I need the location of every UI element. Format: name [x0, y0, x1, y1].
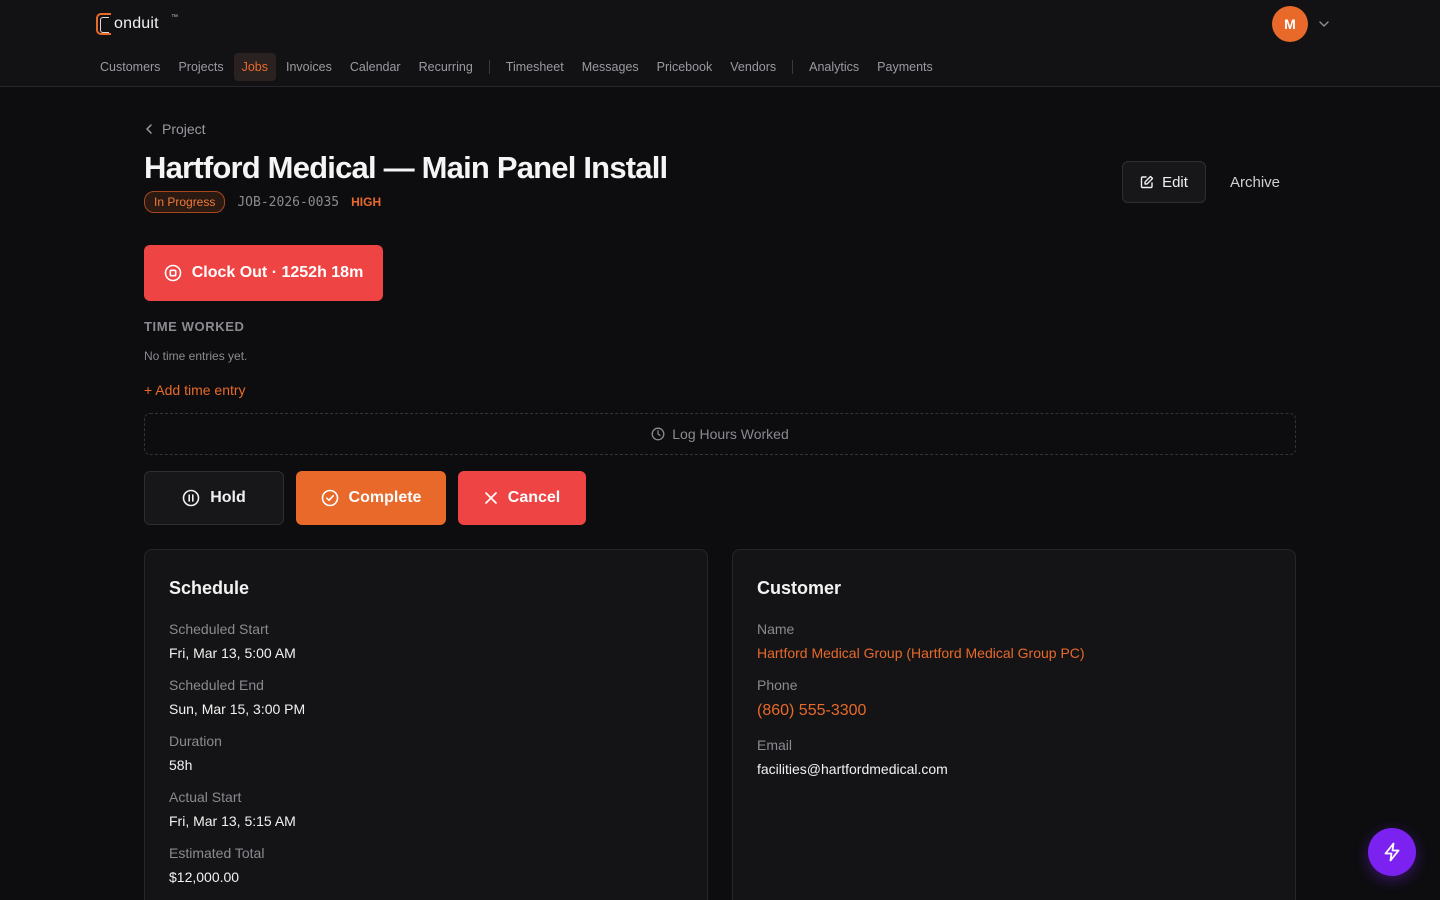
log-hours-label: Log Hours Worked [672, 426, 789, 442]
lightning-icon [1384, 842, 1400, 862]
customer-name-link[interactable]: Hartford Medical Group (Hartford Medical… [757, 645, 1085, 661]
nav-divider [488, 59, 490, 74]
nav-divider [792, 59, 794, 74]
scheduled-end-label: Scheduled End [169, 677, 264, 693]
check-circle-icon [321, 489, 338, 507]
chevron-left-icon [146, 124, 152, 134]
nav-item-jobs[interactable]: Jobs [233, 52, 276, 81]
nav-item-customers[interactable]: Customers [92, 53, 168, 81]
nav-item-timesheet[interactable]: Timesheet [498, 53, 572, 81]
nav-item-invoices[interactable]: Invoices [278, 53, 340, 81]
pause-circle-icon [182, 489, 200, 507]
hold-button[interactable]: Hold [144, 471, 284, 525]
edit-icon [1140, 175, 1154, 189]
complete-button-label: Complete [348, 489, 422, 506]
time-worked-heading: TIME WORKED [144, 319, 245, 334]
nav-item-recurring[interactable]: Recurring [411, 53, 481, 81]
nav-item-messages[interactable]: Messages [574, 53, 647, 81]
logo-trademark: ™ [171, 14, 178, 21]
main-nav: Customers Projects Jobs Invoices Calenda… [92, 52, 943, 81]
estimated-total-value: $12,000.00 [169, 869, 240, 885]
duration-label: Duration [169, 733, 222, 749]
conduit-logo[interactable]: onduit ™ [96, 12, 178, 36]
logo-text: onduit [114, 15, 159, 32]
scheduled-start-label: Scheduled Start [169, 621, 269, 637]
logo-mark-icon [96, 13, 111, 35]
back-to-project-link[interactable]: Project [144, 120, 206, 138]
edit-button-label: Edit [1162, 173, 1188, 191]
customer-name-label: Name [757, 621, 795, 637]
job-meta: In Progress JOB-2026-0035 HIGH [144, 191, 381, 213]
scheduled-end-value: Sun, Mar 15, 3:00 PM [169, 701, 306, 717]
edit-button[interactable]: Edit [1122, 161, 1206, 203]
clock-icon [651, 427, 665, 441]
actual-start-value: Fri, Mar 13, 5:15 AM [169, 813, 296, 829]
assistant-fab-button[interactable] [1368, 828, 1416, 876]
customer-phone-link[interactable]: (860) 555-3300 [757, 702, 866, 720]
page-title: Hartford Medical — Main Panel Install [144, 150, 668, 185]
customer-email-value[interactable]: facilities@hartfordmedical.com [757, 761, 948, 777]
nav-item-calendar[interactable]: Calendar [342, 53, 409, 81]
user-avatar[interactable]: M [1272, 6, 1308, 42]
scheduled-start-value: Fri, Mar 13, 5:00 AM [169, 645, 296, 661]
chevron-down-icon[interactable] [1317, 17, 1331, 31]
status-badge: In Progress [144, 191, 226, 213]
nav-item-pricebook[interactable]: Pricebook [649, 53, 721, 81]
schedule-title: Schedule [169, 578, 250, 598]
cancel-button-label: Cancel [507, 489, 561, 506]
archive-button[interactable]: Archive [1218, 161, 1292, 203]
stop-circle-icon [164, 264, 181, 282]
customer-phone-label: Phone [757, 677, 798, 693]
log-hours-button[interactable]: Log Hours Worked [144, 413, 1296, 455]
nav-item-vendors[interactable]: Vendors [722, 53, 784, 81]
priority-badge: HIGH [351, 195, 382, 209]
nav-item-projects[interactable]: Projects [170, 53, 231, 81]
estimated-total-label: Estimated Total [169, 845, 265, 861]
time-entries-empty: No time entries yet. [144, 349, 248, 363]
customer-card: Customer Name Hartford Medical Group (Ha… [732, 549, 1296, 900]
nav-item-analytics[interactable]: Analytics [801, 53, 867, 81]
customer-title: Customer [757, 578, 842, 598]
top-bar: onduit ™ M Customers Projects Jobs Invoi… [0, 0, 1440, 87]
schedule-card: Schedule Scheduled Start Fri, Mar 13, 5:… [144, 549, 708, 900]
clock-out-label: Clock Out · 1252h 18m [191, 264, 364, 281]
cancel-button[interactable]: Cancel [458, 471, 586, 525]
duration-value: 58h [169, 757, 193, 773]
hold-button-label: Hold [210, 489, 246, 506]
clock-out-button[interactable]: Clock Out · 1252h 18m [144, 245, 383, 301]
nav-item-payments[interactable]: Payments [869, 53, 941, 81]
x-icon [484, 492, 497, 504]
add-time-entry-link[interactable]: + Add time entry [144, 382, 246, 398]
customer-email-label: Email [757, 737, 793, 753]
job-id: JOB-2026-0035 [237, 194, 340, 210]
complete-button[interactable]: Complete [296, 471, 446, 525]
back-link-label: Project [162, 121, 206, 137]
actual-start-label: Actual Start [169, 789, 242, 805]
